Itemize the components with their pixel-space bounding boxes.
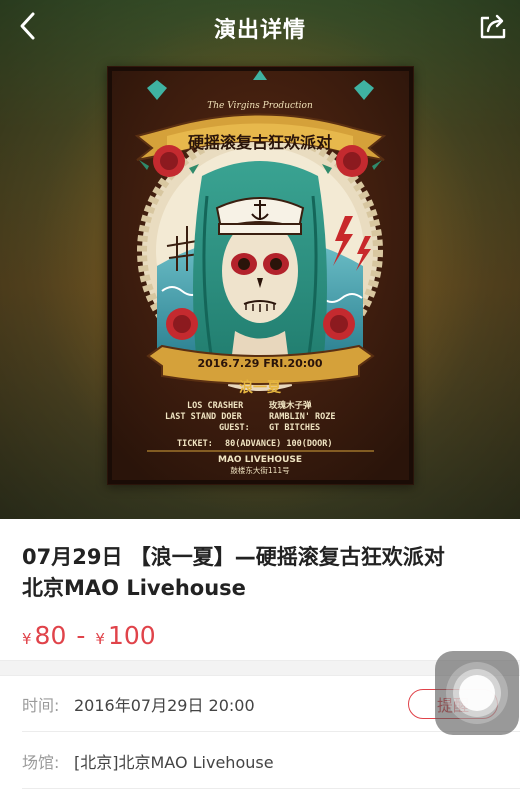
price-range: ¥ 80 - ¥ 100 xyxy=(22,621,498,651)
poster-date: 2016.7.29 FRI.20:00 xyxy=(197,357,322,370)
hero-banner: 演出详情 The Virgins Production 硬摇滚复古狂欢派对 20… xyxy=(0,0,520,519)
poster-guest-label: GUEST: xyxy=(219,423,250,433)
venue-label: 场馆: xyxy=(22,752,60,772)
poster-lineup-right-2: RAMBLIN' ROZE xyxy=(269,412,336,422)
poster-lineup-left-2: LAST STAND DOER xyxy=(165,412,243,422)
assistive-touch-button[interactable] xyxy=(435,651,519,735)
event-info: 07月29日 【浪一夏】—硬摇滚复古狂欢派对 北京MAO Livehouse ¥… xyxy=(0,519,520,651)
poster-venue-address: 鼓楼东大街111号 xyxy=(230,465,289,475)
assistive-touch-icon xyxy=(459,675,495,711)
poster-guest-value: GT BITCHES xyxy=(269,423,320,433)
time-label: 时间: xyxy=(22,695,60,715)
price-low: 80 xyxy=(34,621,67,650)
venue-value: [北京]北京MAO Livehouse xyxy=(74,752,274,772)
time-value: 2016年07月29日 20:00 xyxy=(74,695,255,715)
event-title-line-2: 北京MAO Livehouse xyxy=(22,576,246,600)
poster-ticket-value: 80(ADVANCE) 100(DOOR) xyxy=(225,439,332,449)
price-currency-high: ¥ xyxy=(95,630,105,648)
poster-subtitle: 浪一夏 xyxy=(239,379,282,396)
price-separator: - xyxy=(76,621,86,650)
venue-row[interactable]: 场馆: [北京]北京MAO Livehouse xyxy=(22,733,520,789)
poster-venue-name: MAO LIVEHOUSE xyxy=(218,455,302,465)
poster-banner-title: 硬摇滚复古狂欢派对 xyxy=(188,133,332,152)
price-currency-low: ¥ xyxy=(22,630,32,648)
price-high: 100 xyxy=(107,621,156,650)
poster-producer: The Virgins Production xyxy=(207,101,313,111)
poster-lineup-left-1: LOS CRASHER xyxy=(187,401,244,411)
share-icon xyxy=(480,14,506,39)
event-title: 07月29日 【浪一夏】—硬摇滚复古狂欢派对 北京MAO Livehouse xyxy=(22,542,498,604)
poster-lineup-right-1: 玫瑰木子弹 xyxy=(269,400,312,411)
poster-ticket-label: TICKET: xyxy=(177,439,213,449)
top-nav-bar: 演出详情 xyxy=(0,0,520,52)
event-poster-image: The Virgins Production 硬摇滚复古狂欢派对 2016.7.… xyxy=(107,66,414,485)
share-button[interactable] xyxy=(476,10,510,42)
event-title-line-1: 07月29日 【浪一夏】—硬摇滚复古狂欢派对 xyxy=(22,545,445,569)
page-title: 演出详情 xyxy=(213,18,306,43)
